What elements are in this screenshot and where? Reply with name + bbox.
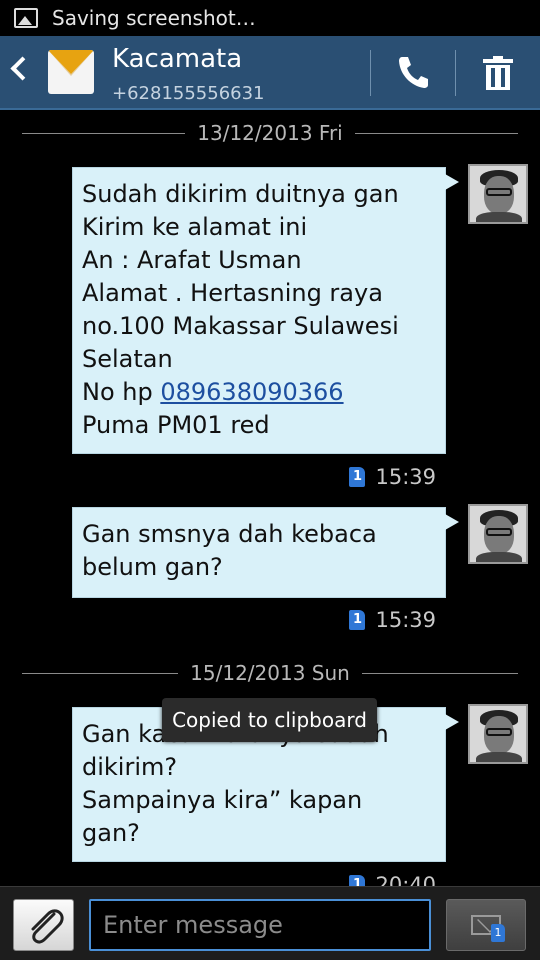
message-line: dikirim? — [82, 753, 178, 781]
message-bubble[interactable]: Sudah dikirim duitnya gan Kirim ke alama… — [72, 167, 459, 454]
sim-icon: 1 — [349, 467, 366, 487]
image-icon — [14, 8, 38, 28]
message-time: 20:40 — [375, 873, 436, 886]
trash-icon — [483, 56, 513, 90]
message-line: An : Arafat Usman — [82, 246, 302, 274]
status-text: Saving screenshot… — [52, 6, 256, 30]
contact-avatar[interactable] — [468, 164, 528, 224]
chevron-left-icon — [10, 56, 35, 81]
composer-bar: 1 — [0, 886, 540, 960]
divider — [370, 50, 371, 96]
conversation-header: Kacamata +628155556631 — [0, 36, 540, 110]
message-line: belum gan? — [82, 553, 223, 581]
message-time: 15:39 — [375, 465, 436, 489]
message-line: gan? — [82, 819, 140, 847]
message-line: Selatan — [82, 345, 173, 373]
send-button[interactable]: 1 — [446, 899, 526, 951]
message-meta: 1 20:40 — [349, 873, 436, 886]
toast: Copied to clipboard — [162, 698, 377, 742]
contact-number: +628155556631 — [112, 83, 265, 104]
call-button[interactable] — [372, 36, 456, 108]
sim-icon: 1 — [349, 875, 366, 886]
message-time: 15:39 — [375, 608, 436, 632]
phone-label: No hp — [82, 378, 161, 406]
message-bubble[interactable]: Gan smsnya dah kebaca belum gan? — [72, 507, 459, 598]
message-line: Sampainya kira” kapan — [82, 786, 363, 814]
date-separator: 13/12/2013 Fri — [22, 120, 518, 146]
message-line: Alamat . Hertasning raya — [82, 279, 383, 307]
date-separator: 15/12/2013 Sun — [22, 660, 518, 686]
date-label: 15/12/2013 Sun — [190, 661, 350, 685]
divider — [455, 50, 456, 96]
status-bar: Saving screenshot… — [0, 0, 540, 36]
phone-icon — [399, 57, 428, 88]
paperclip-icon — [31, 909, 64, 944]
message-line: No hp 089638090366 — [82, 376, 433, 409]
phone-link[interactable]: 089638090366 — [160, 378, 343, 406]
message-meta: 1 15:39 — [349, 608, 436, 632]
message-list[interactable]: 13/12/2013 Fri Sudah dikirim duitnya gan… — [0, 110, 540, 886]
message-line: Puma PM01 red — [82, 411, 270, 439]
date-label: 13/12/2013 Fri — [197, 121, 343, 145]
message-line: no.100 Makassar Sulawesi — [82, 312, 399, 340]
contact-avatar[interactable] — [468, 704, 528, 764]
back-button[interactable] — [0, 36, 100, 108]
envelope-icon — [48, 50, 94, 94]
contact-name: Kacamata — [112, 44, 243, 74]
sim-icon: 1 — [491, 924, 505, 942]
message-line: Gan smsnya dah kebaca — [82, 520, 377, 548]
message-line: Sudah dikirim duitnya gan — [82, 180, 399, 208]
message-line: Kirim ke alamat ini — [82, 213, 308, 241]
message-meta: 1 15:39 — [349, 465, 436, 489]
contact-avatar[interactable] — [468, 504, 528, 564]
message-input[interactable] — [89, 899, 431, 951]
attach-button[interactable] — [13, 899, 74, 951]
sim-icon: 1 — [349, 610, 366, 630]
delete-button[interactable] — [457, 36, 540, 108]
